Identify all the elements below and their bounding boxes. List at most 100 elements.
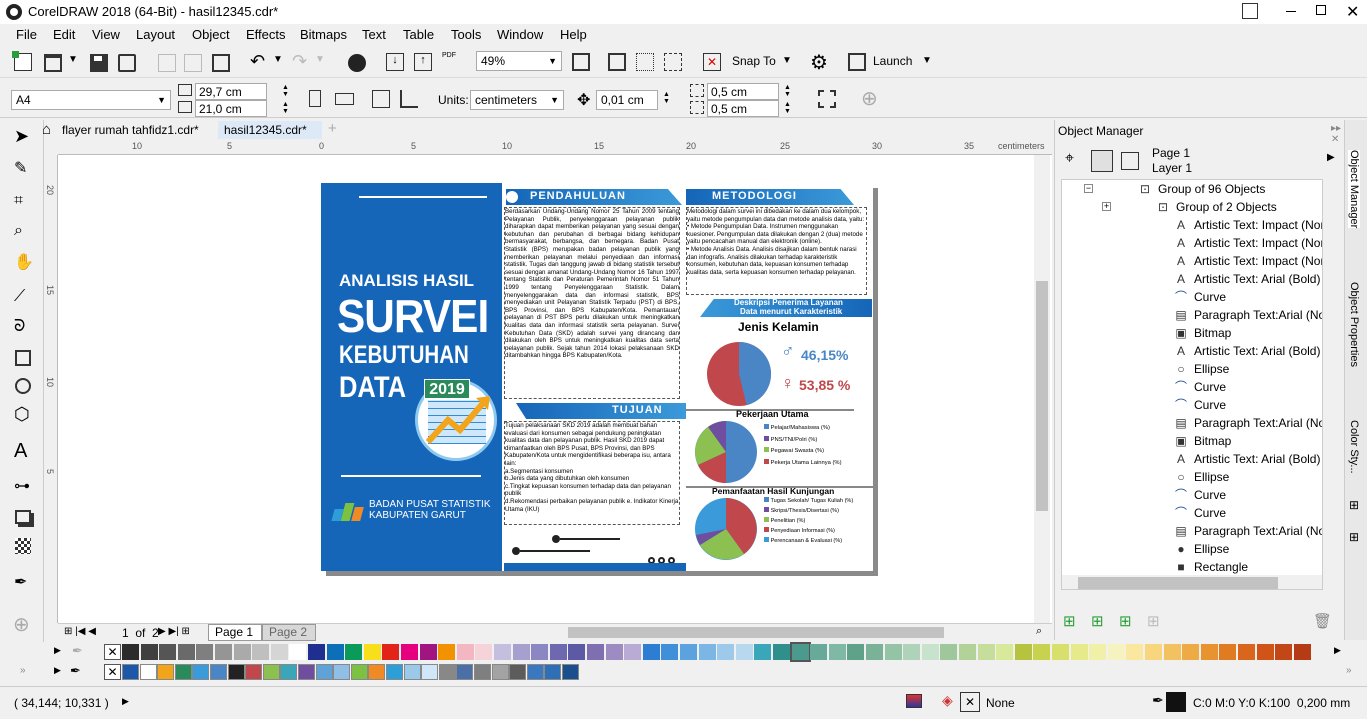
color-swatch[interactable] xyxy=(1145,644,1162,660)
document-color-swatch[interactable] xyxy=(227,664,245,680)
launch-icon[interactable] xyxy=(848,53,866,71)
color-swatch[interactable] xyxy=(512,644,530,660)
color-swatch[interactable] xyxy=(642,644,660,660)
export-icon[interactable]: ↑ xyxy=(414,53,432,71)
nudge-distance-field[interactable]: 0,01 cm xyxy=(596,90,658,110)
document-color-swatch[interactable] xyxy=(562,664,579,680)
color-swatch[interactable] xyxy=(977,644,995,660)
color-swatch[interactable] xyxy=(549,644,567,660)
document-color-swatch[interactable] xyxy=(192,664,210,680)
document-color-swatch[interactable] xyxy=(350,664,368,680)
color-swatch[interactable] xyxy=(1238,644,1255,660)
color-swatch[interactable] xyxy=(773,644,790,660)
color-swatch[interactable] xyxy=(475,644,493,660)
docker-add-icon[interactable]: ⊞ xyxy=(1349,498,1359,512)
delete-layer-icon[interactable]: 🗑 xyxy=(1313,612,1332,630)
palette2-collapse-icon[interactable]: » xyxy=(1346,665,1352,676)
document-color-swatch[interactable] xyxy=(526,664,544,680)
color-swatch[interactable] xyxy=(940,644,958,660)
crop-tool-icon[interactable]: ⌗ xyxy=(14,192,23,210)
color-swatch[interactable] xyxy=(866,644,883,660)
color-swatch[interactable] xyxy=(1163,644,1181,660)
palette2-menu-icon[interactable]: ▶ xyxy=(54,665,61,676)
menu-layout[interactable]: Layout xyxy=(136,27,175,42)
palette-swatches[interactable] xyxy=(122,642,1322,662)
bleed-icon[interactable] xyxy=(818,90,836,108)
snap-off-icon[interactable]: ✕ xyxy=(703,53,721,71)
cover-panel[interactable]: ANALISIS HASIL SURVEI KEBUTUHAN DATA 201… xyxy=(321,183,502,571)
new-master-layer-odd-icon[interactable]: ⊞ xyxy=(1147,612,1160,630)
pan-tool-icon[interactable]: ✋ xyxy=(14,252,34,272)
color-swatch[interactable] xyxy=(177,644,195,660)
color-swatch[interactable] xyxy=(494,644,511,660)
color-swatch[interactable] xyxy=(735,644,753,660)
horizontal-scrollbar[interactable] xyxy=(558,626,1018,639)
zoom-level-field[interactable]: 49% ▼ xyxy=(476,51,562,71)
tab-color-styles[interactable]: Color Sty... xyxy=(1348,420,1360,474)
color-swatch[interactable] xyxy=(903,644,921,660)
color-swatch[interactable] xyxy=(196,644,214,660)
color-swatch[interactable] xyxy=(1275,644,1293,660)
search-content-icon[interactable] xyxy=(348,54,366,72)
shape-tool-icon[interactable]: ✎ xyxy=(14,158,27,178)
undo-dropdown-icon[interactable]: ▼ xyxy=(273,54,283,65)
color-swatch[interactable] xyxy=(1107,644,1125,660)
color-swatch[interactable] xyxy=(1070,644,1088,660)
color-swatch[interactable] xyxy=(1182,644,1200,660)
document-color-swatch[interactable] xyxy=(245,664,263,680)
copy-icon[interactable] xyxy=(184,54,202,72)
parallel-dimension-tool-icon[interactable]: ⊶ xyxy=(14,476,30,496)
page-tab-1[interactable]: Page 1 xyxy=(208,624,262,641)
redo-dropdown-icon[interactable]: ▼ xyxy=(315,54,325,65)
text-tool-icon[interactable]: A xyxy=(14,440,27,463)
color-swatch[interactable] xyxy=(215,644,232,660)
new-document-icon[interactable] xyxy=(12,51,32,71)
color-swatch[interactable] xyxy=(1293,644,1311,660)
fill-icon[interactable]: ◈ xyxy=(942,692,953,709)
color-swatch[interactable] xyxy=(159,644,177,660)
outline-pen-icon[interactable]: ✒ xyxy=(1152,692,1164,709)
color-swatch[interactable] xyxy=(587,644,604,660)
artistic-media-tool-icon[interactable]: ᘐ xyxy=(14,318,25,336)
nudge-spinner-icon[interactable]: ▲ ▼ xyxy=(663,91,670,105)
height-spinner-icon[interactable]: ▲ ▼ xyxy=(282,101,289,115)
home-icon[interactable]: ⌂ xyxy=(42,121,51,138)
minimize-button[interactable] xyxy=(1286,11,1296,12)
color-swatch[interactable] xyxy=(1052,644,1069,660)
no-color-swatch[interactable]: ✕ xyxy=(104,644,121,660)
color-swatch[interactable] xyxy=(122,644,139,660)
document-color-swatch[interactable] xyxy=(474,664,491,680)
units-select[interactable]: centimeters ▼ xyxy=(470,90,564,110)
color-swatch[interactable] xyxy=(308,644,325,660)
menu-effects[interactable]: Effects xyxy=(246,27,286,42)
palette2-swatches[interactable] xyxy=(122,664,582,680)
color-swatch[interactable] xyxy=(1126,644,1144,660)
pick-tool-icon[interactable]: ➤ xyxy=(14,126,29,147)
palette-menu-icon[interactable]: ▶ xyxy=(54,645,61,656)
undo-icon[interactable]: ↶ xyxy=(250,51,265,72)
duplicate-y-field[interactable]: 0,5 cm xyxy=(707,100,779,117)
edit-across-layers-icon[interactable] xyxy=(1121,152,1139,170)
menu-help[interactable]: Help xyxy=(560,27,587,42)
color-swatch[interactable] xyxy=(1219,644,1237,660)
all-pages-icon[interactable] xyxy=(372,90,390,108)
tab-flayer[interactable]: flayer rumah tahfidz1.cdr* xyxy=(58,121,218,139)
document-color-swatch[interactable] xyxy=(210,664,227,680)
document-color-swatch[interactable] xyxy=(157,664,175,680)
add-tool-icon[interactable]: ⊕ xyxy=(13,612,30,637)
rectangle-tool-icon[interactable] xyxy=(15,350,31,366)
new-tab-icon[interactable]: + xyxy=(328,120,337,137)
vertical-scrollbar[interactable] xyxy=(1034,155,1050,623)
dup-y-spinner-icon[interactable]: ▲ ▼ xyxy=(784,101,791,115)
color-swatch[interactable] xyxy=(438,644,456,660)
document-color-swatch[interactable] xyxy=(122,664,139,680)
eyedropper-tool-icon[interactable]: ✒ xyxy=(14,572,27,592)
options-gear-icon[interactable]: ⚙ xyxy=(810,50,828,75)
metodologi-body[interactable]: Metodologi dalam survei ini dibedakan ke… xyxy=(686,207,867,295)
menu-file[interactable]: File xyxy=(16,27,37,42)
document-color-swatch[interactable] xyxy=(368,664,386,680)
document-color-swatch[interactable] xyxy=(544,664,562,680)
right-panel[interactable]: METODOLOGI Metodologi dalam survei ini d… xyxy=(686,183,873,571)
menu-table[interactable]: Table xyxy=(403,27,434,42)
flyer-page[interactable]: ANALISIS HASIL SURVEI KEBUTUHAN DATA 201… xyxy=(321,183,873,571)
